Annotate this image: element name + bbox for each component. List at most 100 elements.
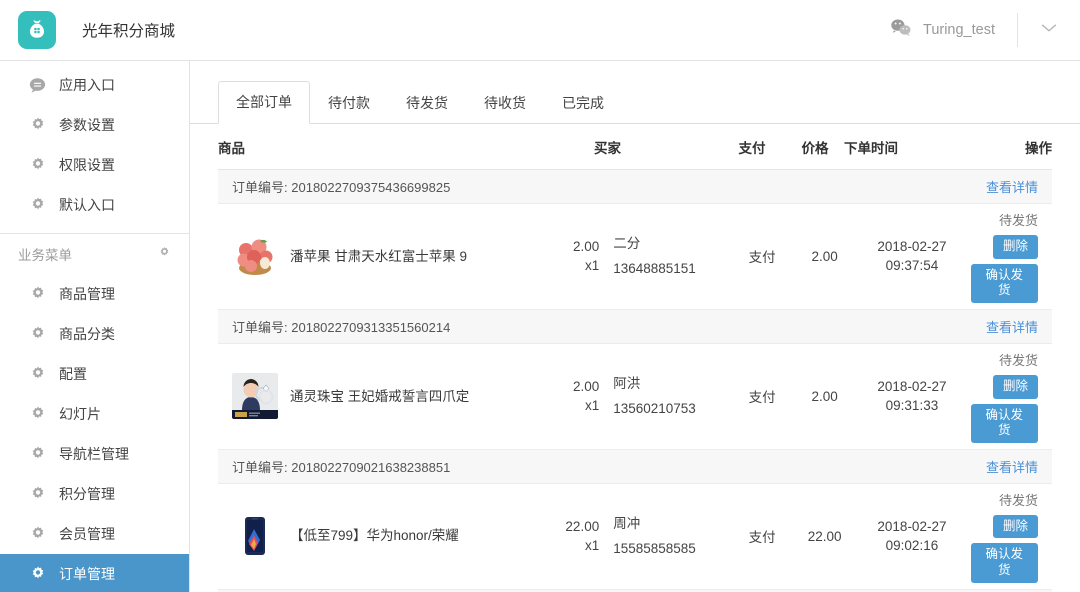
- delete-button[interactable]: 删除: [992, 235, 1038, 259]
- sidebar-item-product-category[interactable]: 商品分类: [0, 314, 189, 354]
- gear-icon: [28, 196, 47, 215]
- confirm-shipment-button[interactable]: 确认发货: [970, 543, 1038, 583]
- sidebar-section-title: 业务菜单: [18, 248, 72, 263]
- view-detail-link[interactable]: 查看详情: [986, 177, 1038, 196]
- sidebar-item-label: 会员管理: [59, 526, 115, 542]
- sidebar-item-app-entry[interactable]: 应用入口: [0, 65, 189, 105]
- wechat-icon: [890, 18, 912, 42]
- sidebar-item-label: 积分管理: [59, 486, 115, 502]
- order-unit-price: 22.00: [565, 518, 600, 534]
- sidebar-item-member-management[interactable]: 会员管理: [0, 514, 189, 554]
- view-detail-link[interactable]: 查看详情: [986, 457, 1038, 476]
- gear-icon: [28, 116, 47, 135]
- order-unit-price: 2.00: [572, 378, 600, 394]
- table-row: 【低至799】华为honor/荣耀 22.00 x1 周冲 1558585858…: [218, 484, 1052, 590]
- sidebar-item-default-entry[interactable]: 默认入口: [0, 185, 189, 225]
- order-date: 2018-02-27: [877, 238, 947, 254]
- delete-button[interactable]: 删除: [992, 514, 1038, 539]
- order-buyer-phone: 13648885151: [613, 261, 696, 277]
- order-time-cell: 2018-02-27 09:37:54: [853, 237, 970, 276]
- sidebar-item-permission-settings[interactable]: 权限设置: [0, 145, 189, 185]
- top-header-bar: 光年积分商城 Turing_test: [0, 0, 1080, 61]
- sidebar-item-label: 订单管理: [59, 566, 115, 582]
- gear-icon: [28, 525, 47, 544]
- sidebar-item-order-management[interactable]: 订单管理: [0, 554, 189, 592]
- app-title: 光年积分商城: [82, 23, 176, 40]
- order-number-label: 订单编号:: [232, 459, 288, 475]
- order-date: 2018-02-27: [877, 378, 947, 394]
- tab-label: 全部订单: [236, 94, 292, 110]
- user-name-label: Turing_test: [923, 22, 995, 38]
- order-price-cell: 2.00: [811, 248, 838, 264]
- tab-completed[interactable]: 已完成: [544, 82, 622, 124]
- sidebar-item-navbar-management[interactable]: 导航栏管理: [0, 434, 189, 474]
- sidebar-item-label: 应用入口: [59, 77, 115, 93]
- order-number-value: 2018022709021638238851: [291, 459, 451, 475]
- table-row: 通灵珠宝 王妃婚戒誓言四爪定 2.00 x1 阿洪 13560210753 支付…: [218, 344, 1052, 450]
- orders-table: 商品 买家 支付 价格 下单时间 操作 订单编号: 20180227093754…: [190, 124, 1080, 592]
- order-operations-cell: 待发货 删除 确认发货: [970, 350, 1038, 443]
- brand-area[interactable]: 光年积分商城: [0, 0, 190, 61]
- confirm-shipment-button[interactable]: 确认发货: [970, 403, 1038, 443]
- sidebar-item-parameter-settings[interactable]: 参数设置: [0, 105, 189, 145]
- order-payment-cell: 支付: [748, 250, 776, 266]
- order-number-text: 订单编号: 2018022709021638238851: [232, 457, 450, 476]
- user-menu-toggle[interactable]: [1018, 13, 1080, 47]
- column-header-payment: 支付: [738, 140, 766, 156]
- order-buyer-cell: 二分 13648885151: [605, 231, 728, 282]
- order-payment-cell: 支付: [748, 530, 776, 546]
- sidebar-item-label: 配置: [59, 366, 87, 382]
- chevron-down-icon: [1038, 17, 1060, 44]
- order-time-cell: 2018-02-27 09:02:16: [853, 517, 970, 556]
- tab-label: 待付款: [328, 95, 370, 111]
- order-number-text: 订单编号: 2018022709313351560214: [232, 317, 450, 336]
- order-time-cell: 2018-02-27 09:31:33: [853, 377, 970, 416]
- column-header-buyer: 买家: [594, 140, 621, 156]
- status-badge: 待发货: [998, 492, 1038, 508]
- gear-icon: [28, 325, 47, 344]
- confirm-shipment-button[interactable]: 确认发货: [970, 263, 1038, 303]
- view-detail-link[interactable]: 查看详情: [986, 317, 1038, 336]
- tab-pending-shipment[interactable]: 待发货: [388, 82, 466, 124]
- sidebar-item-label: 参数设置: [59, 117, 115, 133]
- tab-pending-payment[interactable]: 待付款: [310, 82, 388, 124]
- order-quantity-cell: 2.00 x1: [560, 237, 606, 276]
- order-number-label: 订单编号:: [232, 319, 288, 335]
- order-buyer-phone: 15585858585: [613, 541, 696, 557]
- order-product-cell: 【低至799】华为honor/荣耀: [232, 513, 560, 560]
- order-unit-price: 2.00: [572, 238, 600, 254]
- order-operations-cell: 待发货 删除 确认发货: [970, 210, 1038, 303]
- jewelry-thumbnail: [232, 373, 278, 420]
- tab-all-orders[interactable]: 全部订单: [218, 81, 310, 124]
- order-number-bar: 订单编号: 2018022709375436699825 查看详情: [218, 170, 1052, 204]
- main-content: 全部订单 待付款 待发货 待收货 已完成 商品 买家 支付 价格 下单时间 操作…: [190, 61, 1080, 592]
- tab-label: 待发货: [406, 95, 448, 111]
- order-date: 2018-02-27: [877, 518, 947, 534]
- order-quantity: x1: [584, 538, 600, 554]
- user-account-button[interactable]: Turing_test: [872, 13, 1018, 47]
- order-operations-cell: 待发货 删除 确认发货: [970, 490, 1038, 583]
- gear-icon: [28, 565, 47, 584]
- gear-icon: [28, 285, 47, 304]
- order-buyer-cell: 阿洪 13560210753: [605, 371, 728, 422]
- sidebar-item-slideshow[interactable]: 幻灯片: [0, 394, 189, 434]
- order-clock-time: 09:37:54: [885, 258, 939, 274]
- sidebar-item-label: 默认入口: [59, 197, 115, 213]
- gear-icon: [28, 485, 47, 504]
- gear-icon[interactable]: [158, 246, 171, 262]
- order-buyer-phone: 13560210753: [613, 401, 696, 417]
- sidebar-section-header: 业务菜单: [0, 234, 189, 274]
- sidebar-item-configuration[interactable]: 配置: [0, 354, 189, 394]
- sidebar-item-product-management[interactable]: 商品管理: [0, 274, 189, 314]
- order-product-name: 潘苹果 甘肃天水红富士苹果 9: [290, 248, 468, 264]
- order-number-bar: 订单编号: 2018022709313351560214 查看详情: [218, 309, 1052, 344]
- sidebar-item-points-management[interactable]: 积分管理: [0, 474, 189, 514]
- column-header-product: 商品: [218, 140, 245, 156]
- order-product-name: 通灵珠宝 王妃婚戒誓言四爪定: [290, 388, 470, 404]
- gear-icon: [28, 445, 47, 464]
- delete-button[interactable]: 删除: [992, 374, 1038, 399]
- order-price-cell: 22.00: [807, 528, 842, 544]
- column-header-price: 价格: [801, 140, 829, 156]
- status-badge: 待发货: [998, 213, 1038, 228]
- tab-pending-receipt[interactable]: 待收货: [466, 82, 544, 124]
